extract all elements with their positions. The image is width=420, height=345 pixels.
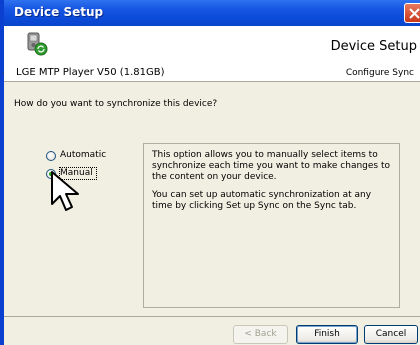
header-subtitle: Configure Sync [345,68,414,78]
mouse-pointer-icon [51,171,79,211]
footer-divider [4,316,420,317]
device-setup-window: Device Setup › Device Setup LGE MTP Play… [0,0,420,345]
automatic-radio[interactable]: Automatic [46,150,126,164]
wizard-header: › Device Setup LGE MTP Player V50 (1.81G… [2,26,420,82]
automatic-radio-circle[interactable] [46,151,56,161]
left-marker: › [2,70,5,77]
cancel-button[interactable]: Cancel [364,325,418,344]
device-name: LGE MTP Player V50 (1.81GB) [16,67,165,78]
automatic-radio-label[interactable]: Automatic [60,150,106,160]
description-paragraph-1: This option allows you to manually selec… [152,150,391,182]
close-icon [409,8,420,19]
header-title: Device Setup [330,39,417,54]
close-button[interactable] [404,3,420,23]
window-title: Device Setup [14,5,104,19]
device-sync-icon [27,32,48,56]
finish-button[interactable]: Finish [296,325,358,344]
description-paragraph-2: You can set up automatic synchronization… [152,190,372,211]
sync-question: How do you want to synchronize this devi… [14,99,218,109]
back-button[interactable]: < Back [233,325,288,344]
title-bar[interactable]: Device Setup [4,0,420,26]
